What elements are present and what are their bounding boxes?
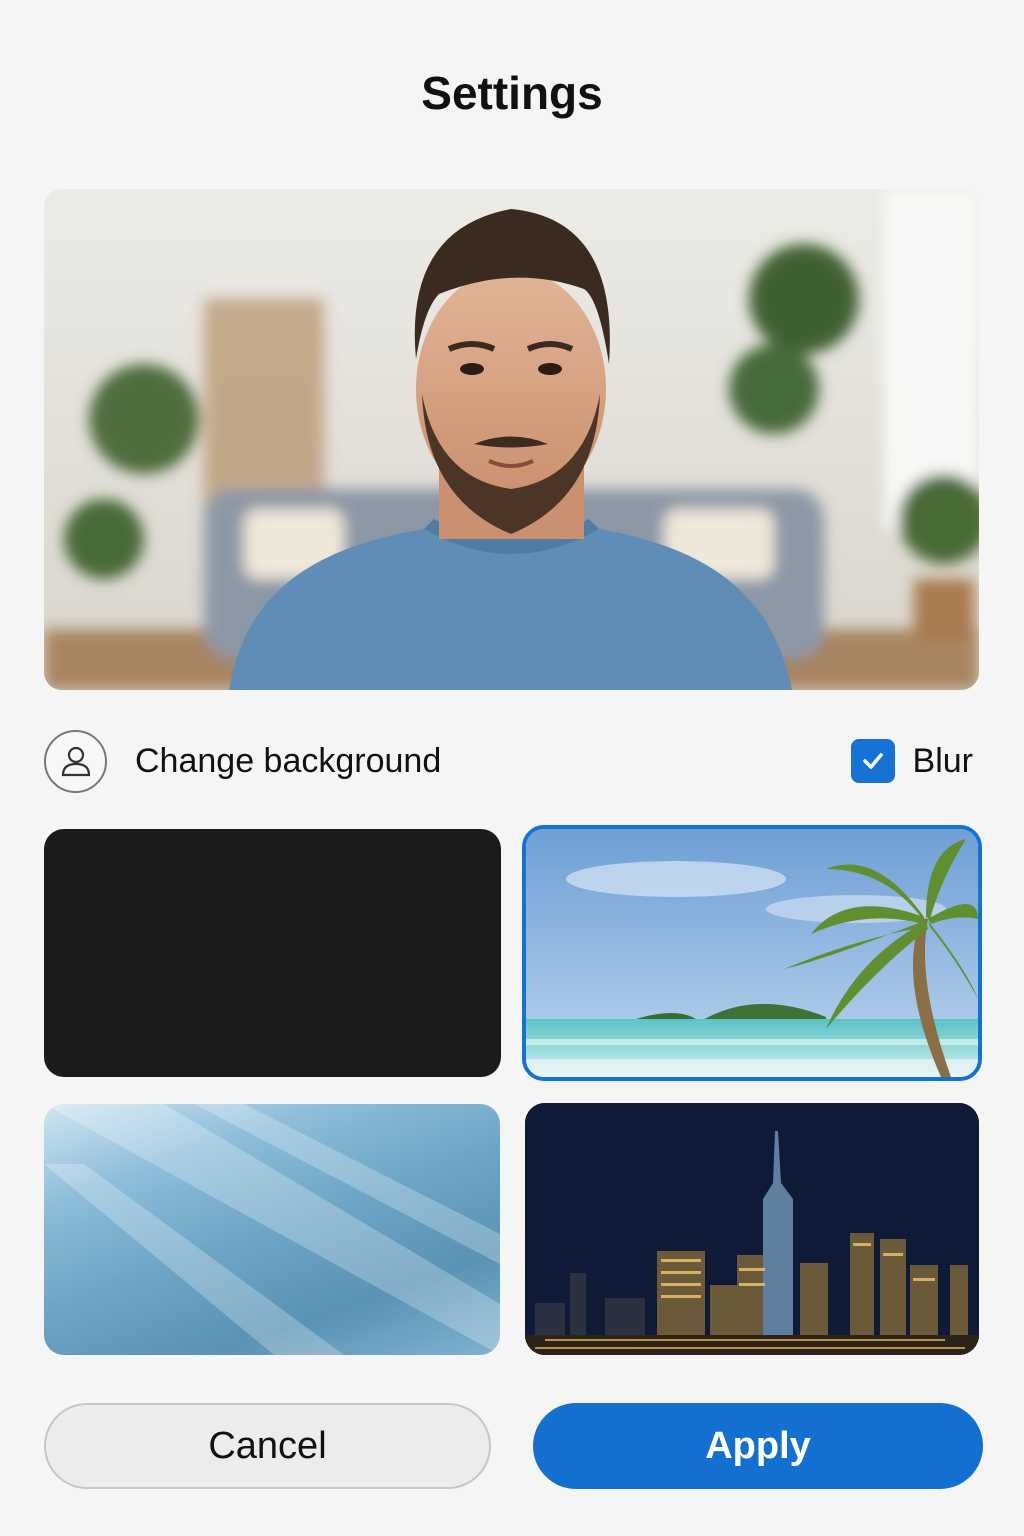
background-option-city-night[interactable] xyxy=(525,1103,979,1355)
page-title: Settings xyxy=(421,67,603,119)
background-option-blue-gradient[interactable] xyxy=(44,1104,500,1355)
blue-gradient-image xyxy=(44,1104,500,1355)
checkmark-icon xyxy=(862,753,883,769)
change-background-label: Change background xyxy=(135,741,442,780)
cancel-button[interactable]: Cancel xyxy=(44,1403,491,1489)
blur-checkbox[interactable] xyxy=(850,739,895,783)
background-option-black[interactable] xyxy=(44,829,501,1077)
background-option-beach[interactable] xyxy=(522,825,982,1081)
apply-button[interactable]: Apply xyxy=(533,1403,983,1489)
camera-preview xyxy=(44,189,979,690)
camera-preview-image xyxy=(44,189,979,690)
person-icon xyxy=(44,729,107,793)
city-skyline-image xyxy=(525,1103,979,1355)
blur-label: Blur xyxy=(912,741,973,780)
change-background-row: Change background Blur xyxy=(44,729,979,793)
beach-image xyxy=(526,829,978,1077)
blur-toggle[interactable]: Blur xyxy=(850,739,979,783)
